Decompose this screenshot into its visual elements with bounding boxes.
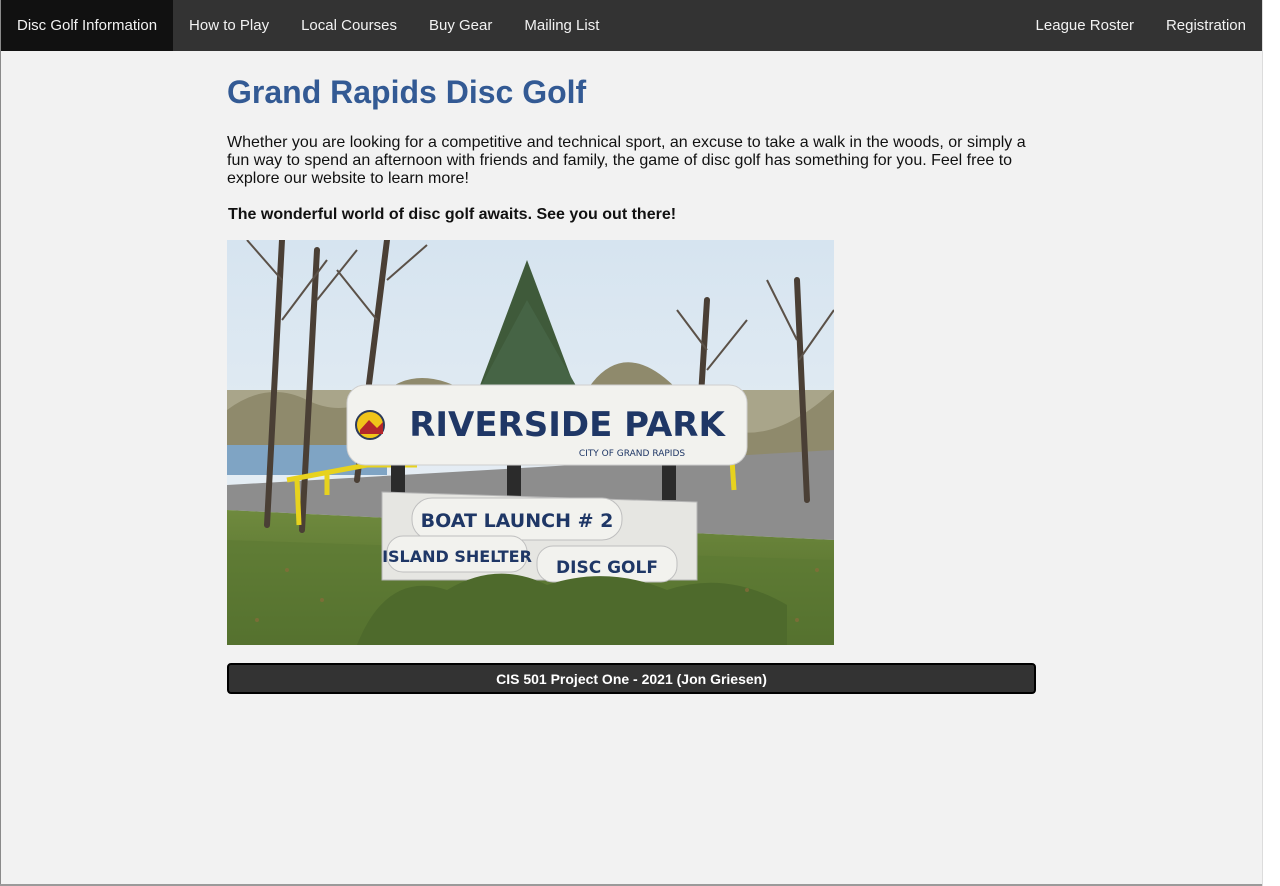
sign-subtitle-text: CITY OF GRAND RAPIDS xyxy=(579,449,686,459)
nav-how-to-play[interactable]: How to Play xyxy=(173,0,285,51)
nav-disc-golf-information[interactable]: Disc Golf Information xyxy=(1,0,174,51)
main-content: Grand Rapids Disc Golf Whether you are l… xyxy=(227,51,1037,694)
sign-line2b-text: DISC GOLF xyxy=(556,558,658,578)
footer-text: CIS 501 Project One - 2021 (Jon Griesen) xyxy=(496,670,767,687)
nav-mailing-list[interactable]: Mailing List xyxy=(508,0,615,51)
nav-registration[interactable]: Registration xyxy=(1150,0,1262,51)
nav-league-roster[interactable]: League Roster xyxy=(1020,0,1150,51)
sign-line1-text: BOAT LAUNCH # 2 xyxy=(421,510,614,532)
sign-title-text: RIVERSIDE PARK xyxy=(409,405,726,445)
top-navigation: Disc Golf Information How to Play Local … xyxy=(1,0,1262,51)
nav-local-courses[interactable]: Local Courses xyxy=(285,0,413,51)
window-border-left xyxy=(0,0,1,886)
riverside-park-photo: RIVERSIDE PARK CITY OF GRAND RAPIDS BOAT… xyxy=(227,240,834,645)
page-title: Grand Rapids Disc Golf xyxy=(227,74,587,110)
intro-paragraph: Whether you are looking for a competitiv… xyxy=(227,134,1026,187)
sign-line2a-text: ISLAND SHELTER xyxy=(382,547,532,566)
nav-buy-gear[interactable]: Buy Gear xyxy=(413,0,508,51)
scrollbar-track[interactable] xyxy=(1262,0,1280,886)
footer-bar: CIS 501 Project One - 2021 (Jon Griesen) xyxy=(227,663,1036,694)
tagline: The wonderful world of disc golf awaits.… xyxy=(228,206,677,223)
